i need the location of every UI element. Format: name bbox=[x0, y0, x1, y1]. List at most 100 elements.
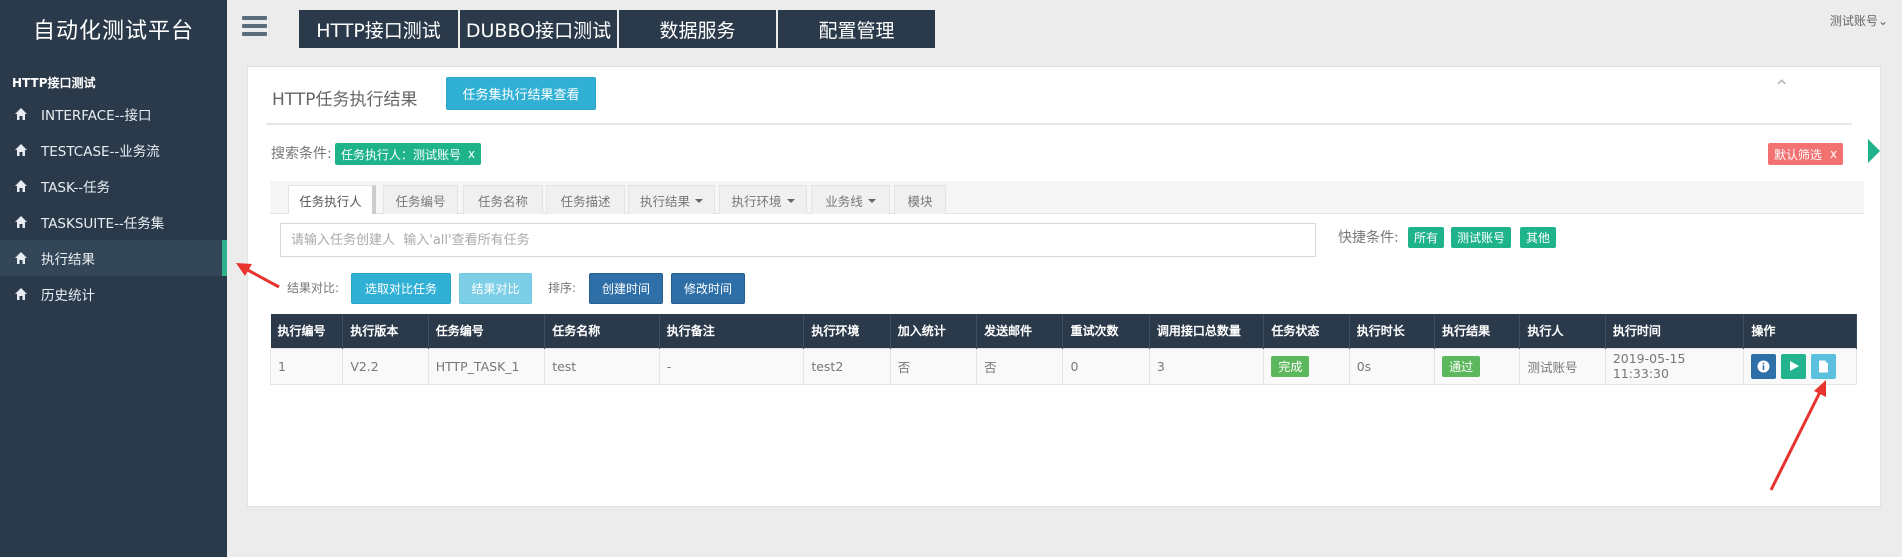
caret-down-icon bbox=[867, 199, 876, 203]
account-name: 测试账号 bbox=[1829, 14, 1878, 28]
select-compare-button[interactable]: 选取对比任务 bbox=[351, 273, 451, 304]
topnav-data-service[interactable]: 数据服务 bbox=[619, 10, 776, 48]
cell-executor: 测试账号 bbox=[1519, 347, 1606, 385]
home-icon bbox=[15, 108, 27, 120]
quick-tag-all[interactable]: 所有 bbox=[1408, 227, 1445, 248]
tag-close-icon[interactable]: x bbox=[1830, 147, 1837, 161]
cell-env: test2 bbox=[803, 347, 891, 385]
col-header: 发送邮件 bbox=[976, 314, 1064, 348]
table-header-row: 执行编号 执行版本 任务编号 任务名称 执行备注 执行环境 加入统计 发送邮件 … bbox=[270, 314, 1857, 348]
col-header: 执行版本 bbox=[342, 314, 429, 348]
col-header: 重试次数 bbox=[1062, 314, 1150, 348]
topnav-http[interactable]: HTTP接口测试 bbox=[299, 10, 458, 48]
col-header: 执行时长 bbox=[1349, 314, 1436, 348]
page-title: HTTP任务执行结果 bbox=[272, 90, 418, 110]
panel-toggle-icon[interactable] bbox=[1868, 139, 1880, 163]
home-icon bbox=[15, 216, 27, 228]
topbar: HTTP接口测试 DUBBO接口测试 数据服务 配置管理 测试账号⌄ bbox=[227, 0, 1902, 58]
sort-created-button[interactable]: 创建时间 bbox=[589, 273, 663, 304]
col-header: 加入统计 bbox=[890, 314, 978, 348]
cell-task-name: test bbox=[544, 347, 660, 385]
status-badge: 完成 bbox=[1271, 355, 1310, 377]
sidebar-item-history[interactable]: 历史统计 bbox=[0, 276, 227, 312]
tab-business-line[interactable]: 业务线 bbox=[811, 185, 890, 214]
sidebar-item-label: 历史统计 bbox=[41, 288, 95, 304]
tab-task-name[interactable]: 任务名称 bbox=[463, 185, 543, 214]
cell-exec-id: 1 bbox=[269, 347, 344, 385]
cell-actions bbox=[1743, 347, 1857, 385]
quick-condition-label: 快捷条件: bbox=[1338, 230, 1399, 246]
run-button[interactable] bbox=[1781, 353, 1807, 379]
cell-exec-time: 2019-05-15 11:33:30 bbox=[1604, 347, 1745, 385]
tab-label: 执行环境 bbox=[731, 193, 782, 209]
quick-tag-other[interactable]: 其他 bbox=[1520, 227, 1557, 248]
sidebar-item-results[interactable]: 执行结果 bbox=[0, 240, 227, 276]
cell-api-count: 3 bbox=[1148, 347, 1265, 385]
sort-label: 排序: bbox=[548, 281, 577, 295]
cell-task-id: HTTP_TASK_1 bbox=[427, 347, 546, 385]
menu-toggle-icon[interactable] bbox=[242, 16, 267, 38]
search-input[interactable] bbox=[280, 223, 1316, 257]
sidebar-section-http[interactable]: HTTP接口测试 bbox=[0, 58, 227, 96]
cell-duration: 0s bbox=[1348, 347, 1436, 385]
cell-stats: 否 bbox=[889, 347, 978, 385]
tab-module[interactable]: 模块 bbox=[894, 185, 946, 214]
sidebar-item-task[interactable]: TASK--任务 bbox=[0, 168, 227, 204]
info-button[interactable] bbox=[1751, 353, 1777, 379]
tab-executor[interactable]: 任务执行人 bbox=[288, 185, 376, 214]
file-icon bbox=[1819, 360, 1829, 372]
tab-label: 任务编号 bbox=[395, 193, 446, 209]
tag-close-icon[interactable]: x bbox=[468, 147, 475, 161]
filter-tabs: 任务执行人 任务编号 任务名称 任务描述 执行结果 执行环境 业务线 模块 bbox=[270, 181, 1864, 214]
compare-button[interactable]: 结果对比 bbox=[459, 273, 532, 304]
sort-modified-button[interactable]: 修改时间 bbox=[671, 273, 745, 304]
sidebar-item-label: INTERFACE--接口 bbox=[41, 108, 152, 124]
home-icon bbox=[15, 252, 27, 264]
col-header: 调用接口总数量 bbox=[1149, 314, 1265, 348]
tab-exec-env[interactable]: 执行环境 bbox=[719, 185, 807, 214]
col-header: 任务编号 bbox=[428, 314, 546, 348]
suite-results-button[interactable]: 任务集执行结果查看 bbox=[446, 77, 596, 110]
col-header: 操作 bbox=[1743, 314, 1857, 348]
divider bbox=[266, 123, 1852, 125]
tab-task-id[interactable]: 任务编号 bbox=[383, 185, 458, 214]
sidebar-item-label: TASK--任务 bbox=[41, 180, 111, 196]
cell-version: V2.2 bbox=[342, 347, 429, 385]
result-badge: 通过 bbox=[1442, 355, 1481, 377]
tab-exec-result[interactable]: 执行结果 bbox=[628, 185, 715, 214]
col-header: 执行备注 bbox=[659, 314, 805, 348]
caret-down-icon bbox=[786, 199, 795, 203]
home-icon bbox=[15, 288, 27, 300]
home-icon bbox=[15, 180, 27, 192]
sidebar-item-tasksuite[interactable]: TASKSUITE--任务集 bbox=[0, 204, 227, 240]
tab-label: 任务执行人 bbox=[299, 193, 362, 209]
report-button[interactable] bbox=[1811, 353, 1837, 379]
sidebar-item-label: TASKSUITE--任务集 bbox=[41, 216, 165, 232]
play-icon bbox=[1789, 361, 1799, 371]
chevron-up-icon[interactable]: ⌃ bbox=[1773, 75, 1790, 99]
topnav-dubbo[interactable]: DUBBO接口测试 bbox=[460, 10, 617, 48]
col-header: 执行环境 bbox=[803, 314, 891, 348]
tab-label: 业务线 bbox=[825, 193, 863, 209]
sidebar-item-label: TESTCASE--业务流 bbox=[41, 144, 160, 160]
brand-title: 自动化测试平台 bbox=[32, 19, 194, 44]
cell-status: 完成 bbox=[1263, 347, 1350, 385]
info-icon bbox=[1757, 360, 1770, 372]
sidebar-item-interface[interactable]: INTERFACE--接口 bbox=[0, 96, 227, 132]
tab-label: 执行结果 bbox=[639, 193, 690, 209]
sidebar-item-testcase[interactable]: TESTCASE--业务流 bbox=[0, 132, 227, 168]
chevron-down-icon: ⌄ bbox=[1877, 14, 1888, 28]
topnav-config[interactable]: 配置管理 bbox=[778, 10, 935, 48]
account-menu[interactable]: 测试账号⌄ bbox=[1830, 12, 1888, 29]
results-panel: HTTP任务执行结果 任务集执行结果查看 ⌃ 搜索条件: 任务执行人：测试账号 … bbox=[247, 66, 1881, 507]
tab-label: 任务名称 bbox=[477, 193, 528, 209]
sidebar: 自动化测试平台 HTTP接口测试 INTERFACE--接口 TESTCASE-… bbox=[0, 0, 227, 557]
tab-label: 模块 bbox=[907, 193, 933, 209]
cell-note: - bbox=[658, 347, 805, 385]
tab-task-desc[interactable]: 任务描述 bbox=[546, 185, 625, 214]
col-header: 执行时间 bbox=[1605, 314, 1745, 348]
col-header: 执行人 bbox=[1519, 314, 1606, 348]
col-header: 执行编号 bbox=[270, 314, 344, 348]
tab-label: 任务描述 bbox=[560, 193, 611, 209]
quick-tag-test-account[interactable]: 测试账号 bbox=[1451, 227, 1512, 248]
